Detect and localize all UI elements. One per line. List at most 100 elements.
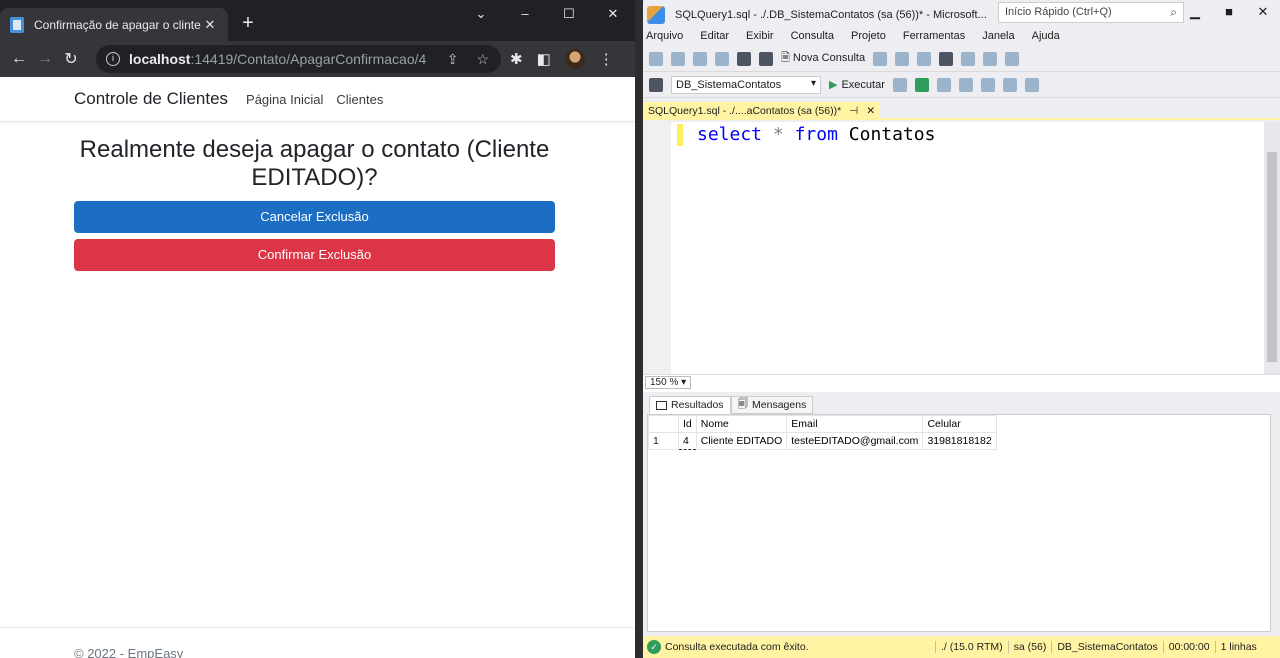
keyword-from: from (794, 124, 838, 145)
column-header-email[interactable]: Email (786, 415, 924, 433)
new-tab-plus-icon[interactable]: + (238, 11, 258, 35)
nav-link-clientes[interactable]: Clientes (336, 92, 383, 107)
zoom-select[interactable]: 150 % ▾ (645, 376, 692, 389)
back-arrow-icon[interactable]: ← (6, 50, 32, 68)
execute-button[interactable]: ▶ Executar (829, 78, 885, 92)
close-tab-icon[interactable]: ✕ (866, 105, 875, 117)
status-rows: 1 linhas (1214, 641, 1262, 653)
quick-launch-input[interactable]: Início Rápido (Ctrl+Q) ⌕ (998, 2, 1184, 23)
site-brand[interactable]: Controle de Clientes (74, 89, 228, 109)
column-header-celular[interactable]: Celular (922, 415, 997, 433)
menu-janela[interactable]: Janela (982, 30, 1014, 46)
ssms-window: SQLQuery1.sql - ./.DB_SistemaContatos (s… (635, 0, 1280, 658)
tab-resultados-label: Resultados (671, 399, 724, 411)
column-header-nome[interactable]: Nome (695, 415, 788, 433)
query-mdx-icon[interactable] (873, 51, 888, 66)
menu-editar[interactable]: Editar (700, 30, 729, 46)
new-project-icon[interactable] (693, 51, 707, 66)
results-tabs: Resultados 🗐 Mensagens (649, 396, 814, 414)
share-icon[interactable]: ⇪ (447, 51, 459, 68)
menu-exibir[interactable]: Exibir (746, 30, 774, 46)
address-bar[interactable]: i localhost :14419/Contato/ApagarConfirm… (96, 45, 501, 73)
menu-ferramentas[interactable]: Ferramentas (903, 30, 965, 46)
save-icon[interactable] (737, 51, 751, 66)
editor-scrollbar[interactable] (1264, 122, 1280, 374)
save-all-icon[interactable] (759, 51, 773, 66)
connect-icon[interactable] (649, 77, 663, 92)
menu-arquivo[interactable]: Arquivo (646, 30, 683, 46)
cancel-delete-button[interactable]: Cancelar Exclusão (74, 201, 555, 233)
zoom-value: 150 % (650, 377, 679, 388)
back-icon[interactable] (649, 51, 663, 66)
stop-icon[interactable] (892, 77, 907, 92)
extensions-puzzle-icon[interactable]: ✱ (510, 50, 523, 68)
browser-menu-icon[interactable]: ⋮ (599, 50, 614, 68)
query-xmla-icon[interactable] (917, 51, 932, 66)
query-dmx-icon[interactable] (895, 51, 910, 66)
redo-icon[interactable] (1005, 51, 1020, 66)
cell-email[interactable]: testeEDITADO@gmail.com (786, 432, 924, 450)
execute-label: Executar (841, 78, 885, 91)
sql-editor[interactable]: select * from Contatos (643, 122, 1280, 374)
cut-icon[interactable] (939, 51, 954, 66)
menu-consulta[interactable]: Consulta (791, 30, 834, 46)
open-file-icon[interactable] (715, 51, 729, 66)
scrollbar-thumb[interactable] (1267, 152, 1277, 362)
indent-icon[interactable] (1024, 77, 1039, 92)
reload-icon[interactable]: ↻ (58, 49, 84, 69)
nav-link-pagina-inicial[interactable]: Página Inicial (246, 92, 323, 107)
maximize-icon[interactable]: ☐ (547, 0, 591, 30)
changed-line-marker (677, 124, 683, 146)
close-tab-icon[interactable]: ✕ (202, 17, 218, 33)
bookmark-star-icon[interactable]: ☆ (476, 51, 489, 68)
minimize-icon[interactable]: ▁ (1178, 4, 1212, 20)
menu-ajuda[interactable]: Ajuda (1032, 30, 1060, 46)
new-query-button[interactable]: 🗎 Nova Consulta (781, 49, 865, 68)
maximize-icon[interactable]: ■ (1212, 4, 1246, 20)
column-header-id[interactable]: Id (678, 415, 697, 433)
status-message: Consulta executada com êxito. (665, 641, 809, 653)
profile-avatar[interactable] (564, 49, 585, 69)
close-window-icon[interactable]: ✕ (1246, 4, 1280, 20)
success-check-icon: ✓ (647, 640, 661, 654)
search-icon[interactable]: ⌕ (1170, 5, 1177, 20)
url-path: :14419/Contato/ApagarConfirmacao/4 (190, 51, 427, 67)
browser-tab[interactable]: Confirmação de apagar o clinte - ✕ (0, 8, 228, 41)
undo-icon[interactable] (983, 51, 998, 66)
play-icon: ▶ (829, 79, 838, 91)
display-plan-icon[interactable] (936, 77, 951, 92)
row-number[interactable]: 1 (648, 432, 679, 450)
query-text[interactable]: select * from Contatos (697, 124, 935, 145)
browser-window-controls: ⌄ – ☐ ✕ (459, 0, 635, 30)
cell-id[interactable]: 4 (678, 432, 697, 450)
pin-icon[interactable]: ⊣ (849, 105, 858, 117)
site-info-icon[interactable]: i (106, 52, 120, 66)
results-to-text-icon[interactable] (980, 77, 995, 92)
parse-check-icon[interactable] (914, 77, 929, 92)
tab-mensagens[interactable]: 🗐 Mensagens (730, 396, 814, 414)
cell-nome[interactable]: Cliente EDITADO (695, 432, 788, 450)
forward-icon[interactable] (671, 51, 685, 66)
status-time: 00:00:00 (1162, 641, 1215, 653)
tab-resultados[interactable]: Resultados (649, 396, 731, 414)
sql-editor-toolbar: DB_SistemaContatos ▶ Executar (643, 72, 1280, 98)
menu-projeto[interactable]: Projeto (851, 30, 886, 46)
site-navbar: Controle de Clientes Página Inicial Clie… (0, 77, 635, 122)
results-to-grid-icon[interactable] (958, 77, 973, 92)
close-window-icon[interactable]: ✕ (591, 0, 635, 30)
confirm-delete-button[interactable]: Confirmar Exclusão (74, 239, 555, 271)
side-panel-icon[interactable]: ◧ (537, 50, 551, 68)
database-select[interactable]: DB_SistemaContatos (671, 75, 821, 94)
grid-icon (656, 400, 667, 410)
table-name: Contatos (848, 124, 936, 145)
cell-celular[interactable]: 31981818182 (922, 432, 997, 450)
minimize-icon[interactable]: – (503, 0, 547, 30)
forward-arrow-icon[interactable]: → (32, 50, 58, 68)
document-tab[interactable]: SQLQuery1.sql - ./....aContatos (sa (56)… (643, 102, 881, 120)
comment-icon[interactable] (1002, 77, 1017, 92)
page-favicon-icon (10, 16, 24, 33)
tab-search-chevron-icon[interactable]: ⌄ (459, 0, 503, 30)
ssms-menubar: Arquivo Editar Exibir Consulta Projeto F… (643, 30, 1280, 46)
copy-icon[interactable] (961, 51, 976, 66)
ssms-logo-icon (647, 6, 665, 24)
